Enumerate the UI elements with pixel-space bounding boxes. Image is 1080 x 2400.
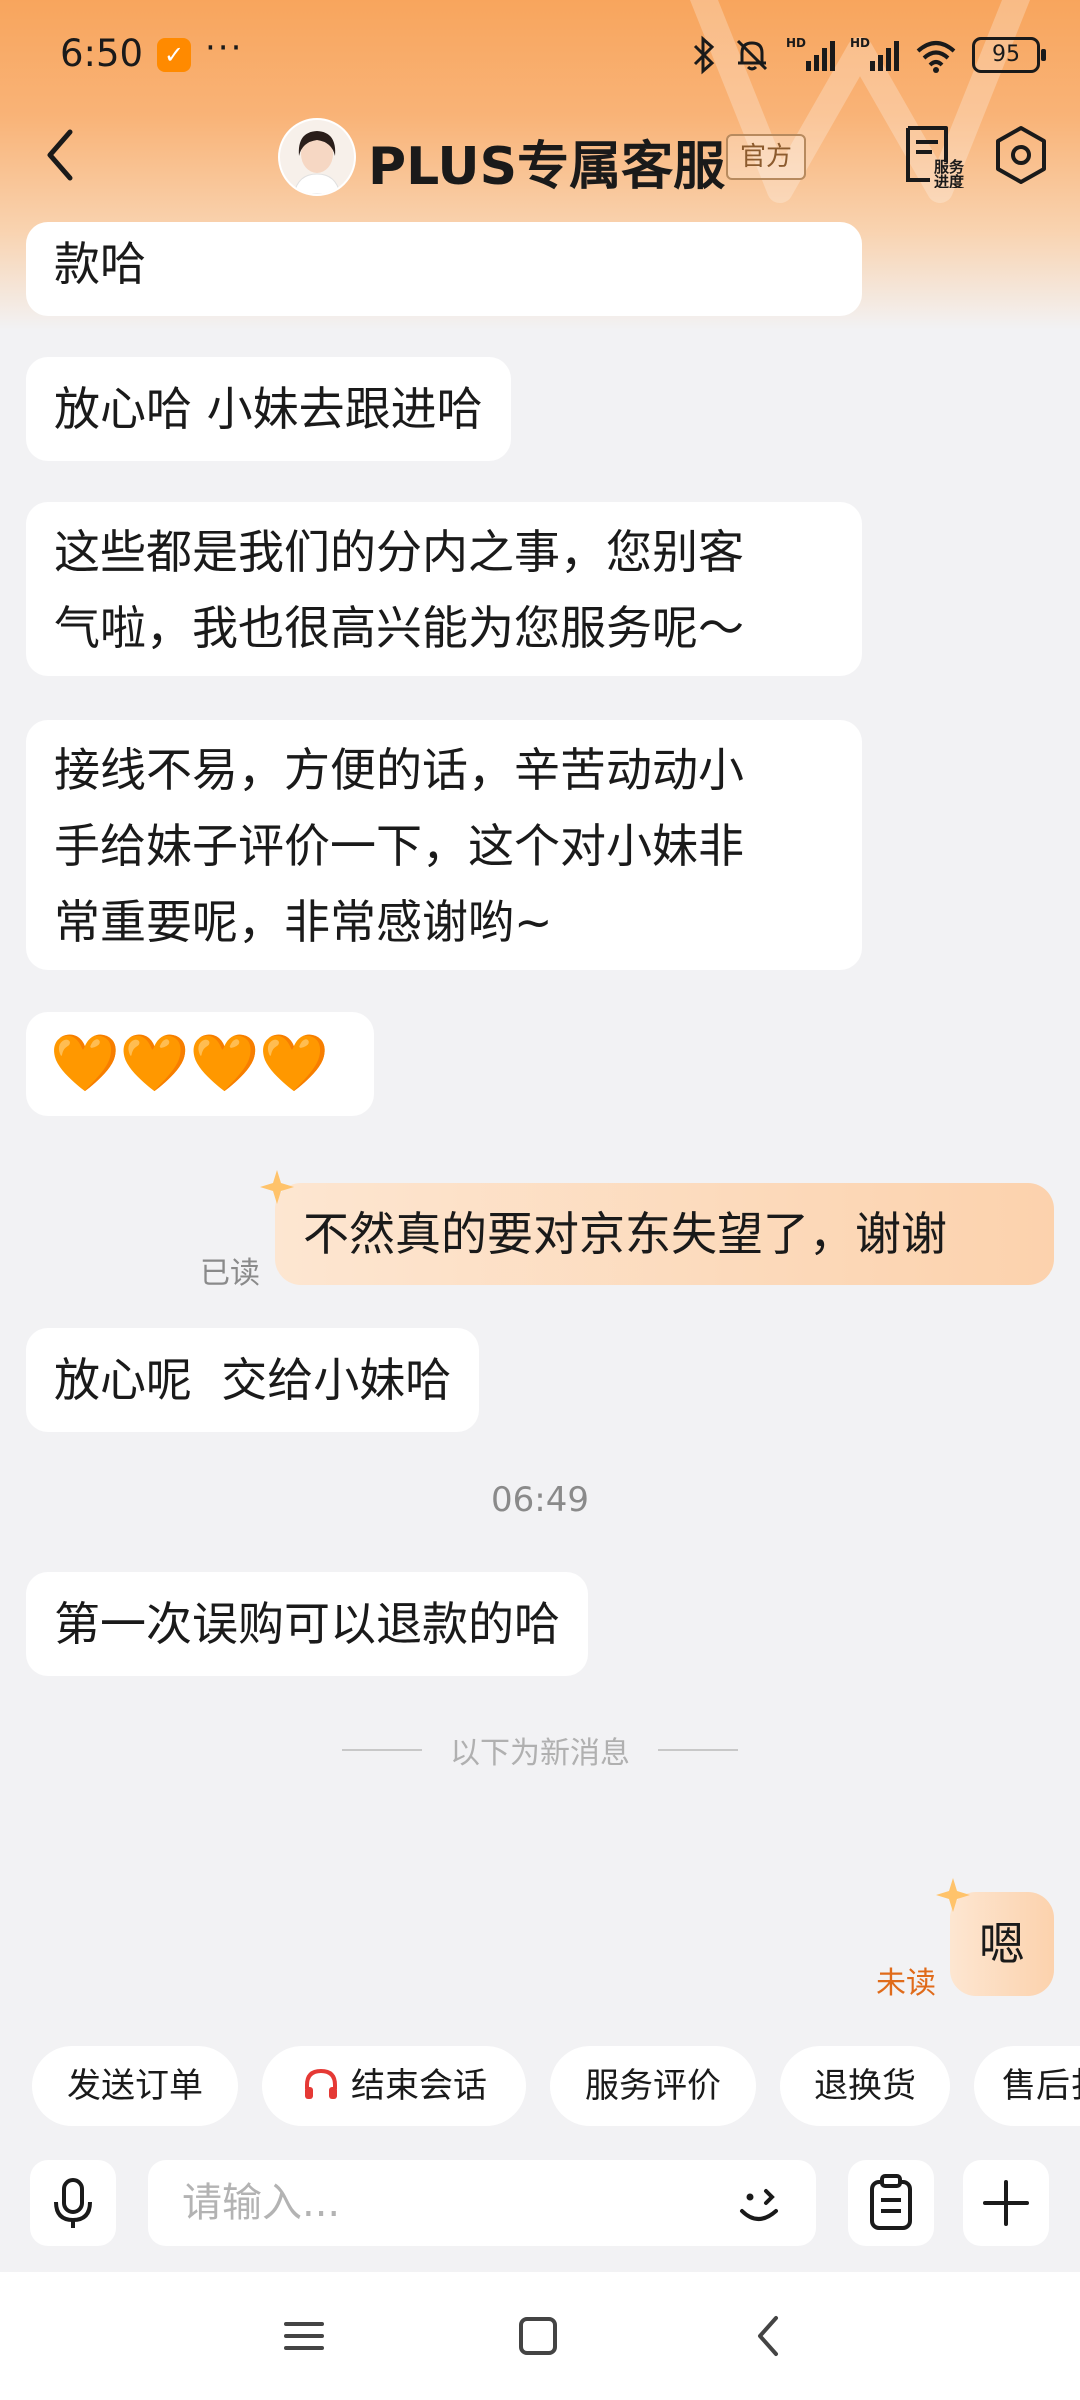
clipboard-button[interactable] <box>848 2160 934 2246</box>
message-text: 第一次误购可以退款的哈 <box>54 1597 560 1651</box>
nav-back-icon[interactable] <box>740 2306 800 2366</box>
message-text: 款哈 <box>54 237 146 291</box>
wifi-icon <box>916 41 956 73</box>
heart-emoji-row: 🧡🧡🧡🧡 <box>50 1031 329 1096</box>
divider-line-left <box>342 1749 422 1751</box>
home-icon[interactable] <box>508 2306 568 2366</box>
end-session-chip[interactable]: 结束会话 <box>262 2046 526 2126</box>
menu-icon[interactable] <box>274 2306 334 2366</box>
voice-button[interactable] <box>30 2160 116 2246</box>
battery-indicator: 95 <box>972 37 1046 73</box>
message-text-line: 接线不易，方便的话，辛苦动动小 <box>54 743 744 797</box>
new-messages-divider: 以下为新消息 <box>0 1730 1080 1771</box>
chat-title: PLUS专属客服 <box>368 137 726 197</box>
message-bubble-agent[interactable]: 这些都是我们的分内之事，您别客 气啦，我也很高兴能为您服务呢～ <box>26 502 862 676</box>
message-text-line: 这些都是我们的分内之事，您别客 <box>54 525 744 579</box>
back-icon[interactable] <box>38 120 88 190</box>
send-order-chip[interactable]: 发送订单 <box>32 2046 238 2126</box>
message-text: 放心呢 交给小妹哈 <box>54 1353 452 1407</box>
message-text: 嗯 <box>979 1917 1025 1971</box>
message-bubble-agent[interactable]: 款哈 <box>26 222 862 316</box>
message-text: 不然真的要对京东失望了，谢谢 <box>303 1207 947 1261</box>
star-icon <box>936 1878 970 1912</box>
message-input[interactable]: 请输入... <box>148 2160 816 2246</box>
signal-icon-2: HD <box>850 36 899 71</box>
service-rating-chip[interactable]: 服务评价 <box>550 2046 756 2126</box>
microphone-icon <box>54 2178 92 2228</box>
agent-avatar[interactable] <box>278 118 356 196</box>
after-sales-chip[interactable]: 售后扌 <box>974 2046 1080 2126</box>
status-time: 6:50 <box>60 32 144 75</box>
app-notification-icon: ✓ <box>157 38 191 72</box>
message-bubble-agent[interactable]: 🧡🧡🧡🧡 <box>26 1012 374 1116</box>
return-exchange-chip[interactable]: 退换货 <box>780 2046 950 2126</box>
message-bubble-agent[interactable]: 第一次误购可以退款的哈 <box>26 1572 588 1676</box>
service-progress-icon[interactable]: 服务 进度 <box>902 122 972 188</box>
status-indicators: HD HD 95 <box>690 30 1046 80</box>
message-bubble-agent[interactable]: 放心呢 交给小妹哈 <box>26 1328 480 1432</box>
message-bubble-user[interactable]: 不然真的要对京东失望了，谢谢 <box>275 1183 1054 1285</box>
unread-status: 未读 <box>876 1966 936 2001</box>
divider-line-right <box>658 1749 738 1751</box>
chip-label: 结束会话 <box>351 2066 487 2106</box>
message-bubble-agent[interactable]: 放心哈 小妹去跟进哈 <box>26 357 511 461</box>
message-text-line: 手给妹子评价一下，这个对小妹非 <box>54 819 744 873</box>
more-button[interactable] <box>963 2160 1049 2246</box>
signal-icon-1: HD <box>786 36 835 71</box>
message-bubble-agent[interactable]: 接线不易，方便的话，辛苦动动小 手给妹子评价一下，这个对小妹非 常重要呢，非常感… <box>26 720 862 970</box>
message-text-line: 常重要呢，非常感谢哟~ <box>54 895 553 949</box>
message-text-line: 气啦，我也很高兴能为您服务呢～ <box>54 601 744 655</box>
emoji-icon[interactable] <box>730 2173 790 2233</box>
new-messages-label: 以下为新消息 <box>450 1736 630 1771</box>
headset-icon <box>305 2068 337 2099</box>
bluetooth-icon <box>693 35 715 75</box>
svg-text:HD: HD <box>786 36 806 50</box>
read-status: 已读 <box>200 1256 260 1291</box>
message-text: 放心哈 小妹去跟进哈 <box>54 382 483 436</box>
svg-text:HD: HD <box>850 36 870 50</box>
clipboard-icon <box>870 2174 912 2230</box>
input-placeholder: 请输入... <box>182 2180 341 2226</box>
star-icon <box>260 1170 294 1204</box>
chip-label: 售后扌 <box>1002 2066 1080 2106</box>
mute-bell-icon <box>736 39 768 71</box>
avatar-image <box>280 120 354 194</box>
chip-label: 退换货 <box>814 2066 916 2106</box>
chip-label: 发送订单 <box>67 2066 203 2106</box>
chip-label: 服务评价 <box>585 2066 721 2106</box>
status-more-dots: ··· <box>205 28 244 68</box>
plus-icon <box>983 2180 1029 2226</box>
svg-text:进度: 进度 <box>934 173 965 188</box>
message-timestamp: 06:49 <box>491 1480 589 1520</box>
official-badge: 官方 <box>726 134 807 180</box>
settings-icon[interactable] <box>990 124 1052 186</box>
